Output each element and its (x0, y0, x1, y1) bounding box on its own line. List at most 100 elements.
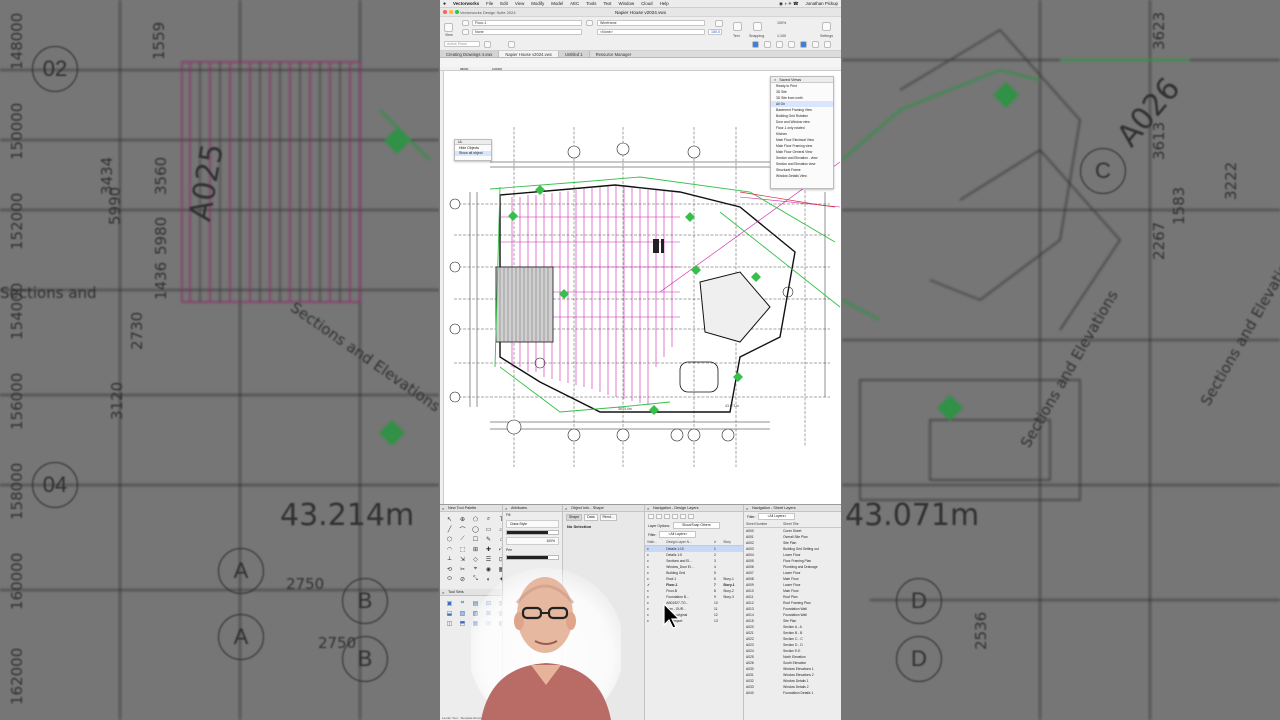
drawing-tool-icon[interactable]: T (496, 515, 502, 524)
plane-toggle-icon[interactable] (484, 41, 491, 48)
light-icon[interactable] (764, 41, 771, 48)
zoom-window-icon[interactable] (455, 10, 459, 14)
show-all-objects-option[interactable]: Show all object (455, 151, 491, 156)
drawing-tool-icon[interactable]: ⟂ (444, 555, 455, 564)
text-tool-icon[interactable] (733, 22, 742, 31)
attributes-header[interactable]: Attributes (503, 505, 562, 512)
tool-set-icon[interactable]: ⌗ (457, 599, 468, 608)
layer-options-dropdown[interactable]: Show/Snap Others (673, 522, 720, 529)
design-layers-header[interactable]: Navigation - Design Layers (645, 505, 743, 512)
menubar-user[interactable]: Jonathan Pickup (806, 1, 838, 6)
projection-icon[interactable] (788, 41, 795, 48)
menu-edit[interactable]: Edit (500, 1, 508, 6)
design-filter-dropdown[interactable]: <All Layers> (659, 531, 697, 538)
saved-view-item[interactable]: Window Details View (771, 173, 833, 179)
drawing-tool-icon[interactable]: ◠ (444, 545, 455, 554)
drawing-tool-icon[interactable]: ▱ (496, 525, 502, 534)
drawing-tool-icon[interactable]: ⬚ (457, 545, 468, 554)
tool-set-icon[interactable]: ⬓ (444, 609, 455, 618)
clip-cube-icon[interactable] (800, 41, 807, 48)
nav-tool-icon-6[interactable] (688, 514, 694, 519)
opacity-field[interactable]: 100% (506, 537, 559, 545)
nav-tool-icon-2[interactable] (656, 514, 662, 519)
drawing-tool-icon[interactable]: ⊕ (457, 515, 468, 524)
menu-tools[interactable]: Tools (586, 1, 596, 6)
nav-tool-icon-3[interactable] (664, 514, 670, 519)
settings-icon[interactable] (822, 22, 831, 31)
menu-app[interactable]: Vectorworks (453, 1, 479, 6)
render-mode-dropdown[interactable]: Wireframe (597, 20, 705, 26)
render-icon[interactable] (824, 41, 831, 48)
coordinate-field[interactable]: 150.0 (708, 29, 722, 35)
tool-set-icon[interactable]: ◫ (444, 619, 455, 628)
tool-set-icon[interactable]: ⬒ (457, 619, 468, 628)
layer-visibility-toggle[interactable]: x (645, 618, 664, 624)
drawing-tool-icon[interactable]: ⬡ (444, 535, 455, 544)
drawing-tool-icon[interactable]: ◯ (470, 525, 481, 534)
drawing-tool-icon[interactable]: ⌕ (483, 515, 494, 524)
tool-set-icon[interactable]: ▣ (444, 599, 455, 608)
sheet-layers-header[interactable]: Navigation - Sheet Layers (744, 505, 841, 512)
class-icon[interactable] (462, 29, 469, 35)
drawing-tool-icon[interactable]: ⬭ (444, 575, 455, 584)
sheet-filter-dropdown[interactable]: <All Layers> (758, 513, 796, 520)
nav-tool-icon-5[interactable] (680, 514, 686, 519)
menu-model[interactable]: Model (551, 1, 563, 6)
close-icon[interactable]: × (774, 77, 776, 82)
status-icons[interactable]: ◉ ◑ ☀ ☎ (779, 1, 799, 7)
tool-set-icon[interactable]: ▧ (457, 609, 468, 618)
tool-palette-header[interactable]: New Tool Palette (440, 505, 502, 512)
scale-value[interactable]: 1:100 (777, 34, 786, 38)
view-icon[interactable] (444, 23, 453, 32)
drawing-tool-icon[interactable]: ⌂ (496, 535, 502, 544)
flyover-icon[interactable] (715, 20, 723, 27)
menu-cloud[interactable]: Cloud (641, 1, 652, 6)
drawing-tool-icon[interactable]: ✎ (483, 535, 494, 544)
menu-view[interactable]: View (515, 1, 524, 6)
drawing-tool-icon[interactable]: ☐ (470, 535, 481, 544)
grid-icon[interactable] (776, 41, 783, 48)
tab-resource-manager[interactable]: Resource Manager (589, 51, 638, 57)
snapping-icon[interactable] (753, 22, 762, 31)
close-window-icon[interactable] (443, 10, 447, 14)
zoom-value[interactable]: 100% (777, 21, 786, 25)
drawing-tool-icon[interactable]: ⊘ (457, 575, 468, 584)
drawing-tool-icon[interactable]: ╱ (444, 525, 455, 534)
menu-window[interactable]: Window (619, 1, 635, 6)
saved-view-dropdown[interactable]: <None> (597, 29, 705, 35)
sheet-layer-row[interactable]: A040 Foundation Details 1 (744, 690, 841, 696)
nav-tool-icon-4[interactable] (672, 514, 678, 519)
active-plane-field[interactable]: Active Plane (444, 41, 480, 47)
drawing-tool-icon[interactable]: ✂ (457, 565, 468, 574)
design-layer-row[interactable]: x dwg import 13 (645, 618, 743, 624)
class-dropdown[interactable]: None (472, 29, 582, 35)
menu-text[interactable]: Text (603, 1, 611, 6)
layer-icon[interactable] (462, 20, 469, 26)
drawing-tool-icon[interactable]: ⌒ (457, 525, 468, 534)
drawing-tool-icon[interactable]: ⟲ (444, 565, 455, 574)
tab-napier-house[interactable]: Napier House v2024.vwx (499, 51, 559, 57)
menu-file[interactable]: File (486, 1, 493, 6)
apple-menu-icon[interactable]: ● (443, 1, 446, 7)
nav-tool-icon-1[interactable] (648, 514, 654, 519)
tab-untitled[interactable]: Untitled 1 (558, 51, 590, 57)
object-info-header[interactable]: Object Info - Shape (563, 505, 644, 512)
drawing-tool-icon[interactable]: ⇲ (457, 555, 468, 564)
drawing-tool-icon[interactable]: ▭ (483, 525, 494, 534)
view-toggle-icon[interactable] (752, 41, 759, 48)
menu-aec[interactable]: AEC (570, 1, 579, 6)
menu-modify[interactable]: Modify (531, 1, 544, 6)
menu-help[interactable]: Help (660, 1, 669, 6)
drawing-tool-icon[interactable]: ⟋ (457, 535, 468, 544)
minimize-window-icon[interactable] (449, 10, 453, 14)
layer-dropdown[interactable]: Floor-1 (472, 20, 582, 26)
tab-shape[interactable]: Shape (566, 514, 583, 521)
drawing-canvas[interactable]: 98000 100000 36.214m 43.071m UL Hide Obj… (440, 67, 841, 504)
tab-creating-drawings[interactable]: Creating Drawings 4.vwx (440, 51, 500, 57)
tab-render[interactable]: Rend... (599, 514, 617, 521)
drawing-tool-icon[interactable]: ⬠ (470, 515, 481, 524)
camera-icon[interactable] (812, 41, 819, 48)
view-orientation-icon[interactable] (586, 20, 593, 26)
plane-options-icon[interactable] (508, 41, 515, 48)
tab-data[interactable]: Data (584, 514, 598, 521)
